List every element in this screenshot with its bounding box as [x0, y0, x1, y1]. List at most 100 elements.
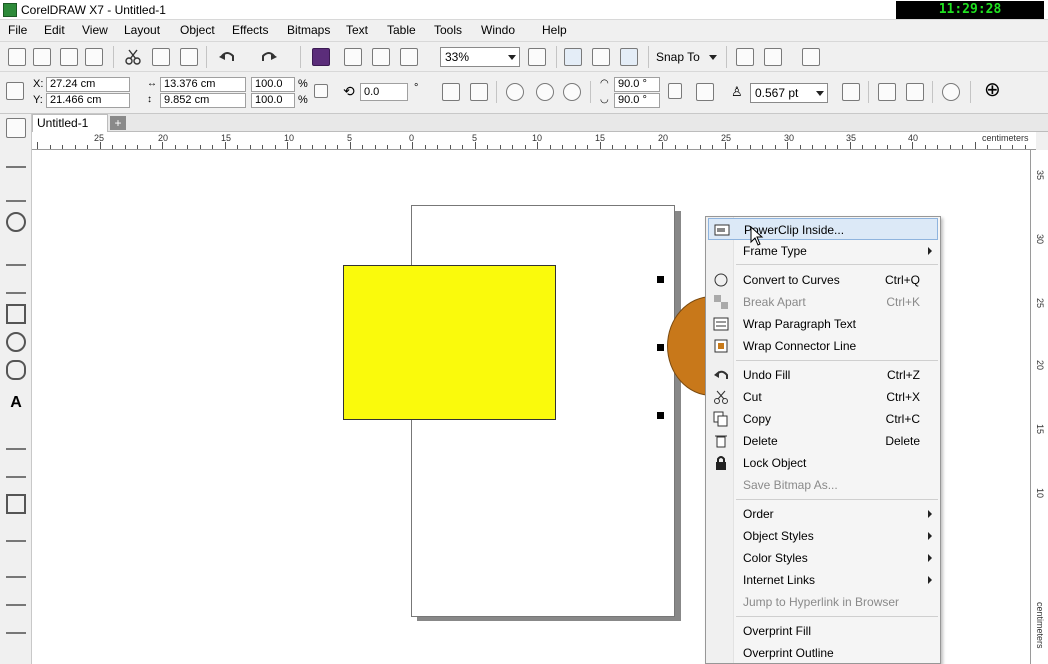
- import-icon[interactable]: [344, 48, 362, 66]
- menu-item-break-apart[interactable]: Break Apart Ctrl+K: [708, 291, 938, 313]
- menu-item-copy[interactable]: Copy Ctrl+C: [708, 408, 938, 430]
- menu-tools[interactable]: Tools: [434, 23, 462, 37]
- scale-x-field[interactable]: 100.0: [251, 77, 295, 92]
- y-position-field[interactable]: 21.466 cm: [46, 93, 130, 108]
- x-position-field[interactable]: 27.24 cm: [46, 77, 130, 92]
- full-screen-preview-icon[interactable]: [528, 48, 546, 66]
- text-tool-icon[interactable]: A: [6, 394, 26, 414]
- menu-item-order[interactable]: Order: [708, 503, 938, 525]
- mirror-vertical-icon[interactable]: [470, 83, 488, 101]
- shape-tool-icon[interactable]: [6, 148, 26, 168]
- menu-file[interactable]: File: [8, 23, 27, 37]
- rectangle-tool-icon[interactable]: [6, 304, 26, 324]
- application-launcher-icon[interactable]: [764, 48, 782, 66]
- menu-layout[interactable]: Layout: [124, 23, 160, 37]
- selection-handle[interactable]: [657, 344, 664, 351]
- eyedropper-tool-icon[interactable]: [6, 558, 26, 578]
- menu-item-wrap-paragraph-text[interactable]: Wrap Paragraph Text: [708, 313, 938, 335]
- zoom-tool-icon[interactable]: [6, 212, 26, 232]
- show-grid-icon[interactable]: [592, 48, 610, 66]
- scale-y-field[interactable]: 100.0: [251, 93, 295, 108]
- object-origin-icon[interactable]: [6, 82, 24, 100]
- width-field[interactable]: 13.376 cm: [160, 77, 246, 92]
- parallel-dimension-tool-icon[interactable]: [6, 430, 26, 450]
- vertical-ruler[interactable]: 35 30 25 20 15 10 centimeters: [1030, 150, 1048, 664]
- menu-item-wrap-connector-line[interactable]: Wrap Connector Line: [708, 335, 938, 357]
- cut-icon[interactable]: [124, 48, 142, 66]
- horizontal-ruler[interactable]: 25 20 15 10 5 0 5 10 15 20 25 30 35 40 c…: [32, 132, 1036, 150]
- spinner-icon[interactable]: [668, 83, 682, 99]
- menu-view[interactable]: View: [82, 23, 108, 37]
- polygon-tool-icon[interactable]: [6, 360, 26, 380]
- selection-handle[interactable]: [657, 412, 664, 419]
- menu-item-undo-fill[interactable]: Undo Fill Ctrl+Z: [708, 364, 938, 386]
- freehand-tool-icon[interactable]: [6, 246, 26, 266]
- smart-fill-tool-icon[interactable]: [6, 614, 26, 634]
- outline-width-select[interactable]: 0.567 pt: [750, 83, 828, 103]
- publish-pdf-icon[interactable]: [400, 48, 418, 66]
- pie-icon[interactable]: [536, 83, 554, 101]
- menu-item-delete[interactable]: Delete Delete: [708, 430, 938, 452]
- toolbar-options-icon[interactable]: [802, 48, 820, 66]
- open-folder-icon[interactable]: [33, 48, 51, 66]
- rotation-angle-field[interactable]: 0.0: [360, 83, 408, 101]
- menu-item-color-styles[interactable]: Color Styles: [708, 547, 938, 569]
- menu-table[interactable]: Table: [387, 23, 416, 37]
- menu-text[interactable]: Text: [346, 23, 368, 37]
- document-tab[interactable]: Untitled-1: [32, 114, 108, 132]
- text-wrap-icon[interactable]: [842, 83, 860, 101]
- menu-item-convert-to-curves[interactable]: Convert to Curves Ctrl+Q: [708, 269, 938, 291]
- drop-shadow-tool-icon[interactable]: [6, 494, 26, 514]
- menu-item-powerclip-inside[interactable]: PowerClip Inside...: [708, 218, 938, 240]
- lock-ratio-icon[interactable]: [314, 84, 328, 98]
- undo-icon[interactable]: [218, 48, 236, 66]
- crop-tool-icon[interactable]: [6, 182, 26, 202]
- export-icon[interactable]: [372, 48, 390, 66]
- options-icon[interactable]: [736, 48, 754, 66]
- menu-item-lock-object[interactable]: Lock Object: [708, 452, 938, 474]
- yellow-rectangle-object[interactable]: [343, 265, 556, 420]
- convert-to-curves-icon[interactable]: [942, 83, 960, 101]
- starting-angle-field[interactable]: 90.0 °: [614, 77, 660, 92]
- menu-bitmaps[interactable]: Bitmaps: [287, 23, 330, 37]
- height-field[interactable]: 9.852 cm: [160, 93, 246, 108]
- change-direction-icon[interactable]: [696, 83, 714, 101]
- redo-icon[interactable]: [260, 48, 278, 66]
- interactive-fill-tool-icon[interactable]: [6, 586, 26, 606]
- menu-item-overprint-fill[interactable]: Overprint Fill: [708, 620, 938, 642]
- transparency-tool-icon[interactable]: [6, 522, 26, 542]
- mirror-horizontal-icon[interactable]: [442, 83, 460, 101]
- print-icon[interactable]: [85, 48, 103, 66]
- artistic-media-tool-icon[interactable]: [6, 274, 26, 294]
- menu-item-overprint-outline[interactable]: Overprint Outline: [708, 642, 938, 664]
- snap-to-dropdown[interactable]: Snap To: [656, 50, 718, 64]
- to-front-icon[interactable]: [878, 83, 896, 101]
- show-rulers-icon[interactable]: [564, 48, 582, 66]
- menu-help[interactable]: Help: [542, 23, 567, 37]
- ellipse-tool-icon[interactable]: [6, 332, 26, 352]
- menu-window[interactable]: Windo: [481, 23, 515, 37]
- menu-effects[interactable]: Effects: [232, 23, 268, 37]
- connector-tool-icon[interactable]: [6, 458, 26, 478]
- menu-item-internet-links[interactable]: Internet Links: [708, 569, 938, 591]
- save-icon[interactable]: [60, 48, 78, 66]
- menu-edit[interactable]: Edit: [44, 23, 65, 37]
- ellipse-icon[interactable]: [506, 83, 524, 101]
- ending-angle-field[interactable]: 90.0 °: [614, 93, 660, 108]
- add-icon[interactable]: ⊕: [984, 80, 1001, 100]
- new-document-icon[interactable]: [8, 48, 26, 66]
- corel-connect-icon[interactable]: [312, 48, 330, 66]
- add-document-icon[interactable]: +: [110, 116, 126, 130]
- paste-icon[interactable]: [180, 48, 198, 66]
- menu-item-save-bitmap-as[interactable]: Save Bitmap As...: [708, 474, 938, 496]
- pick-tool-icon[interactable]: [6, 118, 26, 138]
- to-back-icon[interactable]: [906, 83, 924, 101]
- copy-icon[interactable]: [152, 48, 170, 66]
- arc-icon[interactable]: [563, 83, 581, 101]
- menu-item-frame-type[interactable]: Frame Type: [708, 240, 938, 262]
- menu-item-cut[interactable]: Cut Ctrl+X: [708, 386, 938, 408]
- menu-item-jump-to-hyperlink[interactable]: Jump to Hyperlink in Browser: [708, 591, 938, 613]
- menu-object[interactable]: Object: [180, 23, 215, 37]
- menu-item-object-styles[interactable]: Object Styles: [708, 525, 938, 547]
- zoom-level-select[interactable]: 33%: [440, 47, 520, 67]
